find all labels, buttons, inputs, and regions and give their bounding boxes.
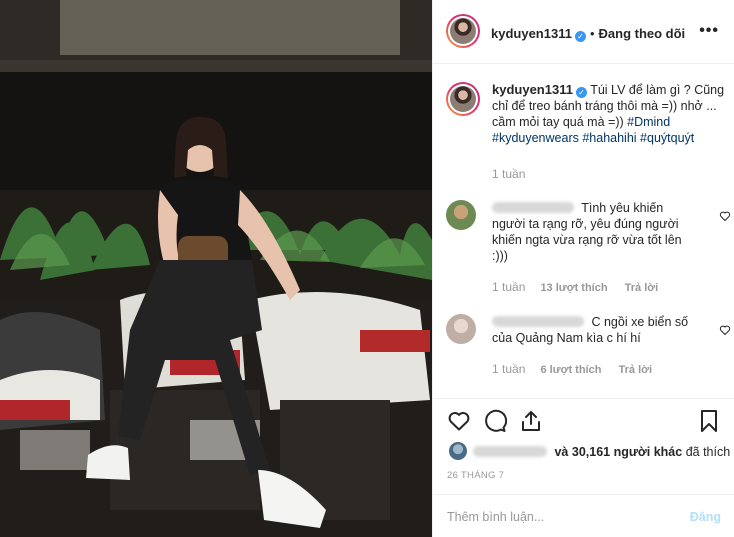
add-comment-bar: Thêm bình luận... Đăng [433, 494, 734, 537]
reply-button[interactable]: Trả lời [619, 364, 653, 376]
verified-icon: ✓ [575, 87, 587, 98]
author-info: kyduyen1311 ✓ • Đang theo dõi [491, 25, 685, 43]
following-button[interactable]: Đang theo dõi [599, 26, 686, 41]
comment-meta: 1 tuần 13 lượt thích Trả lời [492, 280, 731, 294]
hashtag-link[interactable]: #hahahihi [582, 131, 636, 145]
comment-time[interactable]: 1 tuần [492, 280, 525, 294]
liker-avatar[interactable] [449, 442, 467, 460]
likes-suffix: đã thích [685, 445, 731, 459]
hashtag-link[interactable]: #Dmind [627, 115, 670, 129]
caption-username[interactable]: kyduyen1311 [492, 82, 573, 97]
likes-count-link[interactable]: và 30,161 người khác [554, 445, 682, 459]
comment-like-heart-icon[interactable] [719, 324, 731, 336]
commenter-username-blurred[interactable] [492, 202, 574, 213]
post-detail-panel: kyduyen1311 ✓ • Đang theo dõi ••• kyduyen13… [432, 0, 734, 537]
commenter-avatar[interactable] [446, 200, 476, 230]
commenter-avatar[interactable] [446, 314, 476, 344]
heart-icon[interactable] [447, 409, 471, 433]
post-comment-button[interactable]: Đăng [690, 510, 721, 524]
post-photo[interactable] [0, 0, 432, 537]
post-header: kyduyen1311 ✓ • Đang theo dõi ••• [433, 0, 734, 64]
comment-input[interactable]: Thêm bình luận... [447, 510, 544, 524]
caption-body: kyduyen1311 ✓ Túi LV để làm gì ? Cũng chỉ… [492, 82, 726, 182]
share-icon[interactable] [519, 409, 543, 433]
author-username[interactable]: kyduyen1311 [491, 26, 572, 41]
comment-body: Tình yêu khiến người ta rạng rỡ, yêu đún… [492, 200, 698, 264]
hashtag-link[interactable]: #kyduyenwears [492, 131, 579, 145]
comment-like-heart-icon[interactable] [719, 210, 731, 222]
comment-body: C ngồi xe biển số của Quảng Nam kìa c hí… [492, 314, 698, 346]
post-date[interactable]: 26 THÁNG 7 [447, 470, 504, 481]
comment-time[interactable]: 1 tuần [492, 362, 525, 376]
photo-scene [0, 0, 432, 537]
separator-dot: • [589, 26, 595, 41]
caption-time[interactable]: 1 tuần [492, 166, 726, 182]
likes-summary: và 30,161 người khác đã thích [449, 442, 730, 460]
comment-item: Tình yêu khiến người ta rạng rỡ, yêu đún… [446, 200, 731, 294]
comment-likes-count[interactable]: 6 lượt thích [540, 364, 601, 376]
comment-item: C ngồi xe biển số của Quảng Nam kìa c hí… [446, 314, 731, 376]
liker-username-blurred[interactable] [473, 446, 547, 457]
author-avatar[interactable] [446, 14, 480, 48]
bookmark-icon[interactable] [697, 409, 721, 433]
verified-icon: ✓ [574, 31, 586, 42]
comment-icon[interactable] [483, 409, 507, 433]
hashtag-link[interactable]: #quýtquýt [640, 131, 694, 145]
caption: kyduyen1311 ✓ Túi LV để làm gì ? Cũng chỉ… [446, 82, 726, 182]
more-options-icon[interactable]: ••• [699, 22, 719, 40]
comment-meta: 1 tuần 6 lượt thích Trả lời [492, 362, 731, 376]
comment-likes-count[interactable]: 13 lượt thích [540, 282, 607, 294]
reply-button[interactable]: Trả lời [625, 282, 659, 294]
caption-avatar[interactable] [446, 82, 480, 116]
commenter-username-blurred[interactable] [492, 316, 584, 327]
